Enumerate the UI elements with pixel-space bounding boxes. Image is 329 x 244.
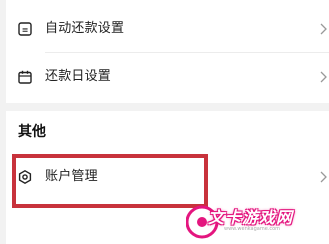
account-management-row[interactable]: 账户管理 <box>6 154 329 200</box>
repayment-settings-card: ≡ 自动还款设置 还款日设置 <box>6 0 329 103</box>
watermark-logo: 文卡游戏网 www.wenkagame.com <box>186 202 326 242</box>
account-management-label: 账户管理 <box>45 169 98 184</box>
auto-repay-setting-row[interactable]: ≡ 自动还款设置 <box>6 6 329 52</box>
auto-repay-setting-label: 自动还款设置 <box>45 21 125 36</box>
watermark-text: 文卡游戏网 <box>208 208 294 227</box>
chevron-right-icon <box>320 171 327 183</box>
watermark-url: www.wenkagame.com <box>224 226 281 232</box>
svg-text:≡: ≡ <box>22 26 29 35</box>
repay-date-setting-row[interactable]: 还款日设置 <box>6 54 329 100</box>
row-divider <box>45 52 329 53</box>
repay-date-setting-label: 还款日设置 <box>45 69 112 84</box>
chevron-right-icon <box>320 71 327 83</box>
settings-screen: ≡ 自动还款设置 还款日设置 其他 账户管理 文卡游戏网 www.wenkaga… <box>0 0 329 244</box>
auto-repay-icon: ≡ <box>18 22 32 36</box>
section-title-other: 其他 <box>18 124 46 140</box>
gear-icon <box>18 170 32 184</box>
calendar-icon <box>18 70 32 84</box>
chevron-right-icon <box>320 23 327 35</box>
